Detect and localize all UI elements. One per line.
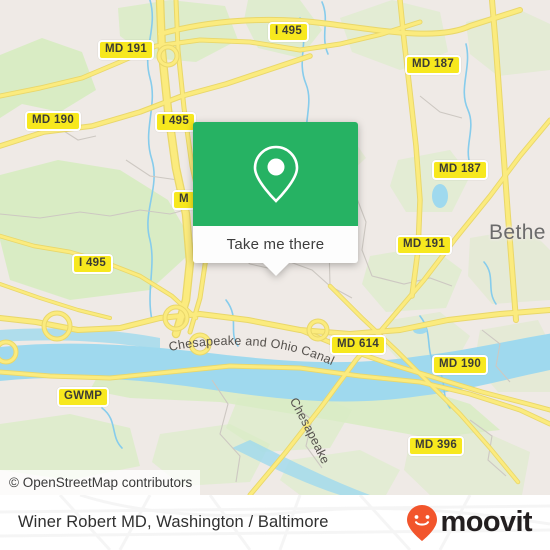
road-shield-md191-north[interactable]: MD 191 bbox=[98, 40, 155, 60]
road-shield-md396[interactable]: MD 396 bbox=[408, 436, 465, 456]
road-shield-gwmp[interactable]: GWMP bbox=[57, 387, 110, 407]
road-shield-md187-north[interactable]: MD 187 bbox=[405, 55, 462, 75]
road-shield-i495-north[interactable]: I 495 bbox=[268, 22, 310, 42]
popup-action-area[interactable]: Take me there bbox=[193, 226, 358, 263]
destination-popup-card[interactable]: Take me there bbox=[193, 122, 358, 276]
moovit-wordmark: moovit bbox=[440, 506, 533, 538]
road-shield-md614[interactable]: MD 614 bbox=[330, 335, 387, 355]
popup-pointer bbox=[262, 263, 289, 276]
moovit-logo[interactable]: moovit bbox=[405, 495, 533, 550]
road-shield-md190-west[interactable]: MD 190 bbox=[25, 111, 82, 131]
road-shield-md190-east[interactable]: MD 190 bbox=[432, 355, 489, 375]
road-shield-i495-west[interactable]: I 495 bbox=[72, 254, 114, 274]
footer-bar: Winer Robert MD, Washington / Baltimore … bbox=[0, 495, 550, 550]
map-canvas[interactable]: Chesapeake and Ohio Canal Chesapeake and… bbox=[0, 0, 550, 495]
road-shield-i495-center[interactable]: I 495 bbox=[155, 112, 197, 132]
screenshot-root: Chesapeake and Ohio Canal Chesapeake and… bbox=[0, 0, 550, 550]
page-title: Winer Robert MD, Washington / Baltimore bbox=[18, 513, 329, 531]
moovit-pin-icon bbox=[406, 504, 437, 541]
road-shield-md191-east[interactable]: MD 191 bbox=[396, 235, 453, 255]
place-label-bethesda: Bethe bbox=[489, 221, 546, 244]
take-me-there-label: Take me there bbox=[226, 236, 325, 253]
map-pin-icon bbox=[253, 145, 298, 203]
road-shield-md187-east[interactable]: MD 187 bbox=[432, 160, 489, 180]
osm-attribution[interactable]: © OpenStreetMap contributors bbox=[0, 470, 201, 495]
popup-icon-area bbox=[193, 122, 358, 226]
